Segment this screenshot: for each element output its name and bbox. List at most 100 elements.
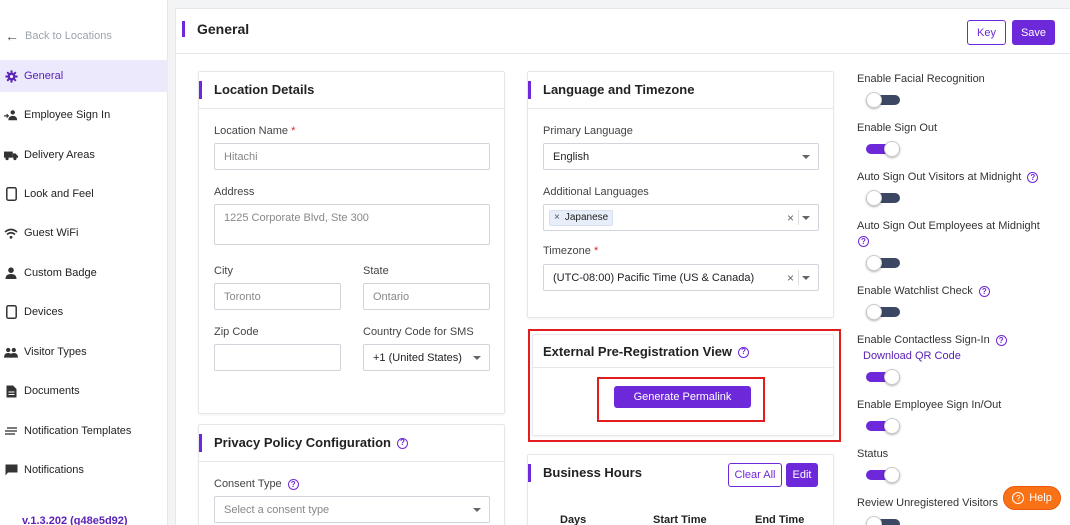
help-button[interactable]: ? Help (1003, 486, 1061, 510)
watchlist-check-toggle[interactable] (866, 304, 900, 320)
column-header-start-time: Start Time (653, 514, 707, 525)
page-title: General (182, 21, 249, 37)
select-placeholder: Select a consent type (224, 503, 330, 516)
card-title: Location Details (199, 81, 314, 99)
sidebar-item-notifications[interactable]: Notifications (0, 454, 168, 486)
sidebar-item-devices[interactable]: Devices (0, 296, 168, 328)
edit-button[interactable]: Edit (786, 463, 818, 487)
download-qr-code-link[interactable]: Download QR Code (863, 350, 961, 362)
chevron-down-icon (802, 216, 810, 220)
sidebar-item-employee-sign-in[interactable]: Employee Sign In (0, 99, 168, 131)
sidebar-item-custom-badge[interactable]: Custom Badge (0, 257, 168, 289)
chevron-down-icon (473, 356, 481, 360)
toggle-knob (884, 369, 900, 385)
sidebar-item-label: Documents (24, 385, 80, 397)
person-icon (4, 266, 18, 280)
language-tag: × Japanese (549, 209, 614, 226)
input-value: 1225 Corporate Blvd, Ste 300 (224, 212, 369, 224)
gear-icon (4, 69, 18, 83)
auto-sign-out-visitors-toggle[interactable] (866, 190, 900, 206)
remove-tag-icon[interactable]: × (554, 212, 560, 223)
watchlist-check-label: Enable Watchlist Check? (857, 285, 990, 297)
toggle-knob (884, 467, 900, 483)
wifi-icon (4, 226, 18, 240)
sidebar-item-general[interactable]: General (0, 60, 168, 92)
auto-sign-out-employees-toggle[interactable] (866, 255, 900, 271)
required-marker: * (593, 245, 599, 257)
facial-recognition-label: Enable Facial Recognition (857, 73, 985, 85)
sidebar-item-notification-templates[interactable]: Notification Templates (0, 415, 168, 447)
main-panel: General Key Save Location Details Locati… (175, 8, 1070, 525)
language-timezone-card: Language and Timezone Primary Language E… (527, 71, 834, 318)
review-unregistered-visitors-toggle[interactable] (866, 516, 900, 525)
help-icon[interactable]: ? (995, 334, 1007, 346)
auto-sign-out-employees-label: Auto Sign Out Employees at Midnight (857, 220, 1040, 232)
auto-sign-out-visitors-label: Auto Sign Out Visitors at Midnight? (857, 171, 1039, 183)
status-toggle[interactable] (866, 467, 900, 483)
clear-all-button[interactable]: Clear All (728, 463, 782, 487)
consent-type-select[interactable]: Select a consent type (214, 496, 490, 523)
column-header-end-time: End Time (755, 514, 805, 525)
toggle-knob (884, 141, 900, 157)
sidebar-item-documents[interactable]: Documents (0, 375, 168, 407)
clear-icon[interactable]: × (787, 271, 794, 285)
select-value: +1 (United States) (373, 351, 462, 364)
help-icon[interactable]: ? (1027, 171, 1039, 183)
back-label: Back to Locations (25, 30, 112, 42)
select-value: (UTC-08:00) Pacific Time (US & Canada) (553, 271, 755, 284)
zip-input[interactable] (214, 344, 341, 371)
location-name-input[interactable]: Hitachi (214, 143, 490, 170)
help-icon[interactable]: ? (397, 437, 408, 449)
zip-label: Zip Code (214, 326, 259, 338)
chevron-down-icon (802, 155, 810, 159)
toggle-knob (866, 255, 882, 271)
back-to-locations-link[interactable]: ← Back to Locations (5, 28, 112, 44)
toggle-knob (866, 190, 882, 206)
card-title: Language and Timezone (528, 81, 694, 99)
key-button[interactable]: Key (967, 20, 1006, 45)
help-icon[interactable]: ? (287, 478, 299, 490)
country-code-select[interactable]: +1 (United States) (363, 344, 490, 371)
card-title: Business Hours (528, 464, 642, 482)
sign-out-toggle[interactable] (866, 141, 900, 157)
contactless-sign-in-toggle[interactable] (866, 369, 900, 385)
sidebar-item-label: Delivery Areas (24, 149, 95, 161)
employee-sign-in-out-toggle[interactable] (866, 418, 900, 434)
version-label: v.1.3.202 (g48e5d92) (22, 515, 128, 525)
select-value: English (553, 150, 590, 163)
help-icon[interactable]: ? (858, 236, 869, 247)
document-icon (4, 384, 18, 398)
facial-recognition-toggle[interactable] (866, 92, 900, 108)
clear-icon[interactable]: × (787, 211, 794, 225)
primary-language-select[interactable]: English (543, 143, 819, 170)
tablet-icon (4, 187, 18, 201)
label-text: Location Name (214, 125, 288, 137)
sidebar-item-guest-wifi[interactable]: Guest WiFi (0, 217, 168, 249)
people-icon (4, 345, 18, 359)
save-button[interactable]: Save (1012, 20, 1055, 45)
address-label: Address (214, 186, 255, 198)
address-textarea[interactable]: 1225 Corporate Blvd, Ste 300 (214, 204, 490, 245)
label-text: Timezone (543, 245, 591, 257)
additional-languages-label: Additional Languages (543, 186, 649, 198)
employee-icon (4, 108, 18, 122)
help-icon[interactable]: ? (978, 285, 990, 297)
sidebar-item-visitor-types[interactable]: Visitor Types (0, 336, 168, 368)
sidebar-item-label: Visitor Types (24, 346, 87, 358)
sidebar-item-label: Employee Sign In (24, 109, 111, 121)
business-hours-card: Business Hours Clear All Edit Days Start… (527, 454, 834, 525)
timezone-label: Timezone * (543, 245, 598, 257)
location-details-card: Location Details Location Name * Hitachi… (198, 71, 505, 414)
device-icon (4, 305, 18, 319)
additional-languages-select[interactable]: × Japanese × (543, 204, 819, 231)
sidebar-item-label: Devices (24, 306, 64, 318)
sidebar-item-delivery-areas[interactable]: Delivery Areas (0, 139, 168, 171)
lines-icon (4, 424, 18, 438)
sidebar-item-look-and-feel[interactable]: Look and Feel (0, 178, 168, 210)
timezone-select[interactable]: (UTC-08:00) Pacific Time (US & Canada) × (543, 264, 819, 291)
state-label: State (363, 265, 389, 277)
card-divider (199, 108, 504, 109)
state-input[interactable]: Ontario (363, 283, 490, 310)
label-text: Auto Sign Out Visitors at Midnight (857, 171, 1022, 183)
city-input[interactable]: Toronto (214, 283, 341, 310)
